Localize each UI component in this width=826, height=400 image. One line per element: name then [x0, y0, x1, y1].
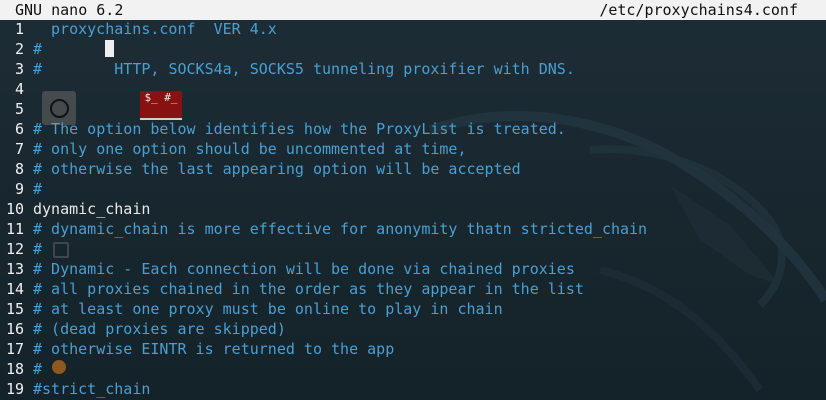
- line-number: 3: [14, 60, 24, 78]
- editor-line[interactable]: 9 #: [0, 179, 826, 199]
- editor-line[interactable]: 7 # only one option should be uncommente…: [0, 139, 826, 159]
- line-number: 12: [5, 240, 24, 258]
- line-number: 11: [5, 220, 24, 238]
- line-number: 2: [14, 40, 24, 58]
- line-content[interactable]: proxychains.conf VER 4.x: [42, 19, 277, 39]
- editor-line[interactable]: 12 #: [0, 239, 826, 259]
- line-content[interactable]: #strict_chain: [33, 379, 150, 399]
- editor-line[interactable]: 1 proxychains.conf VER 4.x: [0, 19, 826, 57]
- line-content[interactable]: #: [33, 179, 42, 199]
- line-content[interactable]: # Dynamic - Each connection will be done…: [33, 259, 575, 279]
- line-content[interactable]: # at least one proxy must be online to p…: [33, 299, 503, 319]
- line-number: 1: [14, 20, 24, 38]
- line-number: 9: [14, 180, 24, 198]
- file-path: /etc/proxychains4.conf: [599, 1, 798, 19]
- editor-line[interactable]: 13 # Dynamic - Each connection will be d…: [0, 259, 826, 279]
- line-number: 17: [5, 340, 24, 358]
- line-number: 19: [5, 380, 24, 398]
- editor-version: GNU nano 6.2: [15, 1, 124, 19]
- line-content[interactable]: # (dead proxies are skipped): [33, 319, 286, 339]
- line-content[interactable]: dynamic_chain: [33, 199, 150, 219]
- line-content[interactable]: # HTTP, SOCKS4a, SOCKS5 tunneling proxif…: [33, 59, 575, 79]
- editor-line[interactable]: 4: [0, 79, 826, 99]
- line-content[interactable]: #: [33, 239, 42, 259]
- line-number: 13: [5, 260, 24, 278]
- line-number: 10: [5, 200, 24, 218]
- text-editor-area[interactable]: 1 proxychains.conf VER 4.x 2 # 3 # HTTP,…: [0, 19, 826, 400]
- line-number: 18: [5, 360, 24, 378]
- editor-line[interactable]: 10 dynamic_chain: [0, 199, 826, 219]
- line-number: 7: [14, 140, 24, 158]
- editor-line[interactable]: 11 # dynamic_chain is more effective for…: [0, 219, 826, 239]
- editor-line[interactable]: 2 #: [0, 39, 826, 59]
- nano-terminal-window: GNU nano 6.2 /etc/proxychains4.conf $_ #…: [0, 0, 826, 400]
- editor-line[interactable]: 15 # at least one proxy must be online t…: [0, 299, 826, 319]
- line-content[interactable]: # The option below identifies how the Pr…: [33, 119, 566, 139]
- editor-line[interactable]: 16 # (dead proxies are skipped): [0, 319, 826, 339]
- line-content[interactable]: # only one option should be uncommented …: [33, 139, 466, 159]
- line-content[interactable]: # dynamic_chain is more effective for an…: [33, 219, 647, 239]
- line-content[interactable]: # otherwise the last appearing option wi…: [33, 159, 521, 179]
- editor-line[interactable]: 17 # otherwise EINTR is returned to the …: [0, 339, 826, 359]
- nano-title-bar: GNU nano 6.2 /etc/proxychains4.conf: [0, 0, 826, 20]
- line-content[interactable]: # all proxies chained in the order as th…: [33, 279, 584, 299]
- line-number: 5: [14, 100, 24, 118]
- editor-line[interactable]: 5: [0, 99, 826, 119]
- line-number: 14: [5, 280, 24, 298]
- line-number: 15: [5, 300, 24, 318]
- editor-line[interactable]: 3 # HTTP, SOCKS4a, SOCKS5 tunneling prox…: [0, 59, 826, 79]
- line-number: 8: [14, 160, 24, 178]
- line-number: 16: [5, 320, 24, 338]
- editor-line[interactable]: 14 # all proxies chained in the order as…: [0, 279, 826, 299]
- editor-line[interactable]: 19 #strict_chain: [0, 379, 826, 399]
- editor-line[interactable]: 18 #: [0, 359, 826, 379]
- line-content[interactable]: #: [33, 39, 42, 59]
- line-number: 4: [14, 80, 24, 98]
- editor-line[interactable]: 6 # The option below identifies how the …: [0, 119, 826, 139]
- line-content[interactable]: #: [33, 359, 42, 379]
- editor-line[interactable]: 8 # otherwise the last appearing option …: [0, 159, 826, 179]
- line-content[interactable]: # otherwise EINTR is returned to the app: [33, 339, 394, 359]
- line-number: 6: [14, 120, 24, 138]
